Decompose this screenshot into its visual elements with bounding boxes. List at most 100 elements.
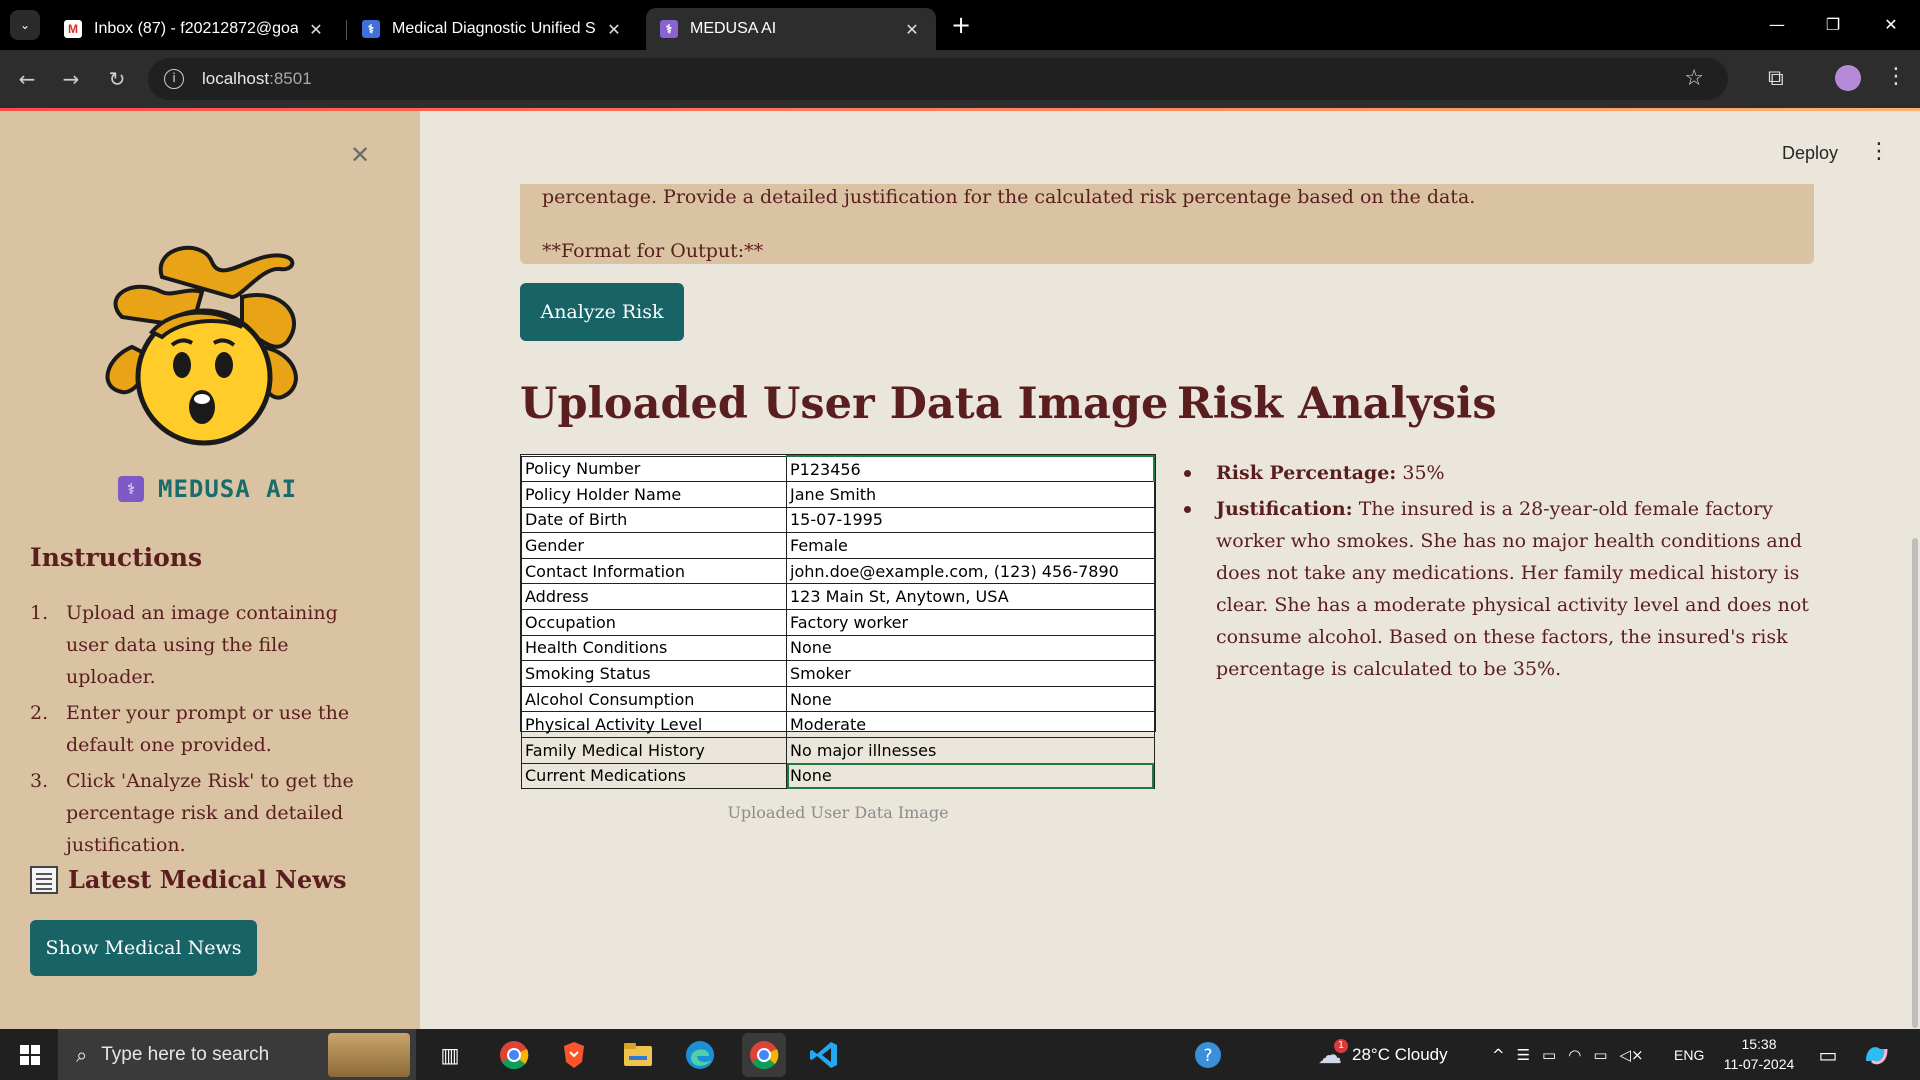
reload-icon[interactable]: ↻ [104, 66, 130, 92]
taskbar: ⌕ Type here to search ▥ ? ☁ 1 28°C Cloudy… [0, 1029, 1920, 1080]
address-bar[interactable]: i localhost:8501 ☆ [148, 58, 1728, 100]
table-cell-value: 15-07-1995 [786, 506, 1155, 534]
table-cell-key: Current Medications [521, 762, 787, 790]
bullet [1184, 506, 1191, 513]
user-data-table: Policy Number P123456 Policy Holder Name Ja… [521, 455, 1155, 790]
sidebar: ✕ ⚕ MEDUSA AI Instructions 1. Upload an … [0, 111, 420, 1029]
list-item: 2. Enter your prompt or use the default … [30, 702, 350, 756]
prompt-textarea[interactable]: percentage. Provide a detailed justifica… [520, 184, 1814, 264]
help-icon[interactable]: ? [1190, 1037, 1226, 1073]
language-indicator[interactable]: ENG [1674, 1029, 1704, 1080]
medusa-icon: ⚕ [660, 20, 678, 38]
chevron-up-icon[interactable]: ^ [1492, 1046, 1505, 1064]
bullet [1184, 470, 1191, 477]
tab-title: Inbox (87) - f20212872@goa.bits [94, 20, 298, 37]
uploaded-user-data-image: Policy Number P123456 Policy Holder Name Ja… [520, 454, 1156, 790]
table-row: Alcohol Consumption None [521, 685, 1155, 713]
profile-avatar[interactable] [1835, 65, 1861, 91]
tab-medusa-ai[interactable]: ⚕ MEDUSA AI ✕ [646, 8, 936, 50]
main-scrollbar[interactable] [1912, 538, 1918, 1028]
table-cell-value: Jane Smith [786, 481, 1155, 508]
table-cell-value: john.doe@example.com, (123) 456-7890 [786, 557, 1155, 585]
tab-divider [346, 20, 347, 40]
taskbar-search[interactable]: ⌕ Type here to search [58, 1029, 416, 1080]
main-content: Deploy ⋮ percentage. Provide a detailed … [420, 111, 1920, 1029]
chrome-icon[interactable] [496, 1037, 532, 1073]
back-icon[interactable]: ← [14, 66, 40, 92]
edge-icon[interactable] [682, 1037, 718, 1073]
medusa-icon: ⚕ [118, 476, 144, 502]
minimize-icon[interactable]: — [1762, 12, 1792, 38]
table-row: Policy Holder Name Jane Smith [521, 481, 1155, 508]
copilot-icon[interactable] [1858, 1037, 1894, 1073]
tab-search-chevron-icon[interactable]: ⌄ [10, 10, 40, 40]
list-item: Risk Percentage: 35% [1180, 457, 1820, 489]
bookmark-star-icon[interactable]: ☆ [1684, 66, 1704, 91]
table-cell-value: 123 Main St, Anytown, USA [786, 583, 1155, 611]
show-medical-news-button[interactable]: Show Medical News [30, 920, 257, 976]
meet-icon[interactable]: ▭ [1542, 1046, 1556, 1064]
table-row: Policy Number P123456 [521, 455, 1155, 483]
weather-text: 28°C Cloudy [1352, 1044, 1448, 1064]
task-view-icon[interactable]: ▥ [432, 1037, 468, 1073]
gmail-icon: M [64, 20, 82, 38]
table-cell-key: Occupation [521, 609, 787, 636]
table-cell-key: Gender [521, 532, 787, 559]
table-cell-value: None [786, 762, 1155, 790]
table-cell-key: Smoking Status [521, 660, 787, 687]
table-cell-key: Health Conditions [521, 634, 787, 662]
restore-icon[interactable]: ❐ [1818, 12, 1848, 38]
url-port: :8501 [269, 69, 312, 88]
notes-icon[interactable]: ☰ [1517, 1046, 1530, 1064]
instructions-heading: Instructions [30, 543, 203, 572]
table-cell-value: Female [786, 532, 1155, 559]
table-cell-value: No major illnesses [786, 737, 1155, 764]
tab-medical-diagnostic[interactable]: ⚕ Medical Diagnostic Unified Syst ✕ [348, 8, 638, 50]
news-heading: Latest Medical News [30, 865, 346, 894]
volume-muted-icon[interactable]: ◁× [1620, 1046, 1644, 1064]
risk-percentage-label: Risk Percentage: [1216, 462, 1397, 484]
close-tab-icon[interactable]: ✕ [902, 20, 922, 39]
weather-badge: 1 [1334, 1038, 1348, 1053]
close-sidebar-icon[interactable]: ✕ [348, 143, 372, 167]
new-tab-icon[interactable]: + [948, 12, 974, 38]
risk-analysis-list: Risk Percentage: 35% Justification: The … [1180, 457, 1820, 689]
close-tab-icon[interactable]: ✕ [604, 20, 624, 39]
forward-icon[interactable]: → [58, 66, 84, 92]
tab-gmail[interactable]: M Inbox (87) - f20212872@goa.bits ✕ [50, 8, 340, 50]
file-explorer-icon[interactable] [620, 1037, 656, 1073]
table-cell-value: P123456 [786, 455, 1155, 483]
browser-toolbar: ← → ↻ i localhost:8501 ☆ ⧉ ⋮ [0, 50, 1920, 108]
table-cell-key: Physical Activity Level [521, 711, 787, 739]
battery-icon[interactable]: ▭ [1593, 1046, 1607, 1064]
table-cell-key: Family Medical History [521, 737, 787, 764]
table-cell-key: Policy Holder Name [521, 481, 787, 508]
vscode-icon[interactable] [806, 1037, 842, 1073]
browser-menu-icon[interactable]: ⋮ [1885, 64, 1907, 89]
table-row: Physical Activity Level Moderate [521, 711, 1155, 739]
weather-widget[interactable]: ☁ 1 28°C Cloudy [1318, 1029, 1448, 1080]
notifications-icon[interactable]: ▭ [1810, 1037, 1846, 1073]
close-tab-icon[interactable]: ✕ [306, 20, 326, 39]
app-menu-icon[interactable]: ⋮ [1868, 139, 1890, 164]
table-row: Occupation Factory worker [521, 609, 1155, 636]
wifi-icon[interactable]: ◠ [1568, 1046, 1581, 1064]
brand: ⚕ MEDUSA AI [118, 475, 297, 503]
brave-icon[interactable] [556, 1037, 592, 1073]
instructions-list: 1. Upload an image containing user data … [30, 597, 370, 865]
table-row: Family Medical History No major illnesses [521, 737, 1155, 764]
cloudy-weather-icon: ☁ 1 [1318, 1038, 1348, 1069]
chrome-active-icon[interactable] [742, 1033, 786, 1077]
clock[interactable]: 15:38 11-07-2024 [1716, 1034, 1802, 1074]
deploy-button[interactable]: Deploy [1782, 143, 1838, 164]
tab-title: MEDUSA AI [690, 20, 777, 37]
justification-label: Justification: [1216, 498, 1353, 520]
close-window-icon[interactable]: ✕ [1876, 12, 1906, 38]
table-row: Gender Female [521, 532, 1155, 559]
site-info-icon[interactable]: i [164, 69, 184, 89]
windows-start-icon[interactable] [20, 1045, 40, 1065]
analyze-risk-button[interactable]: Analyze Risk [520, 283, 684, 341]
table-cell-value: Moderate [786, 711, 1155, 739]
table-cell-key: Date of Birth [521, 506, 787, 534]
extensions-icon[interactable]: ⧉ [1768, 66, 1784, 91]
